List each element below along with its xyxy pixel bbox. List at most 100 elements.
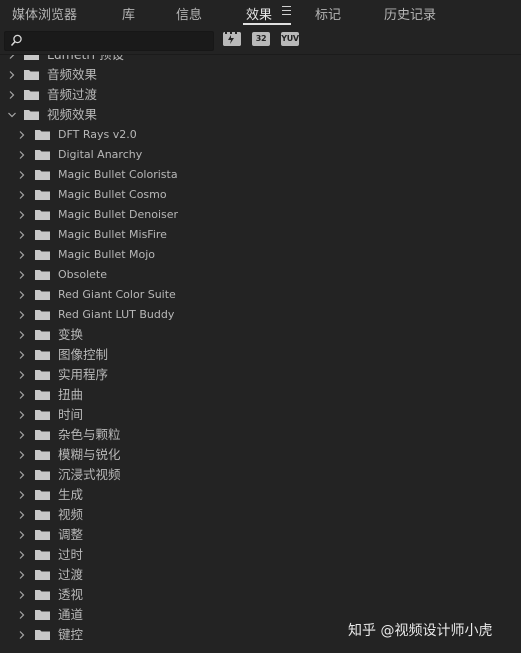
tree-folder-item[interactable]: 音频过渡 [0, 85, 521, 105]
tree-effect-folder[interactable]: 沉浸式视频 [0, 465, 521, 485]
tree-item-label: 视频效果 [47, 107, 98, 122]
chevron-right-icon[interactable] [18, 331, 26, 339]
chevron-right-icon[interactable] [18, 271, 26, 279]
folder-icon [35, 470, 50, 480]
tree-effect-folder[interactable]: 透视 [0, 585, 521, 605]
chevron-right-icon[interactable] [18, 291, 26, 299]
chevron-right-icon[interactable] [18, 251, 26, 259]
search-row: 32 YUV [0, 28, 521, 54]
tab-media-browser[interactable]: 媒体浏览器 [12, 4, 77, 23]
folder-icon [35, 410, 50, 420]
chevron-right-icon[interactable] [18, 211, 26, 219]
chevron-right-icon[interactable] [18, 351, 26, 359]
chevron-right-icon[interactable] [18, 551, 26, 559]
tree-item-label: 变换 [58, 327, 84, 342]
search-input[interactable] [25, 33, 213, 49]
tree-folder-item[interactable]: 视频效果 [0, 105, 521, 125]
chevron-right-icon[interactable] [18, 571, 26, 579]
tree-effect-folder[interactable]: 视频 [0, 505, 521, 525]
tree-item-label: 模糊与锐化 [58, 447, 121, 462]
tree-effect-folder[interactable]: 过渡 [0, 565, 521, 585]
accelerated-effects-filter-button[interactable] [223, 32, 241, 46]
tree-effect-folder[interactable]: 扭曲 [0, 385, 521, 405]
tree-effect-folder[interactable]: Magic Bullet Cosmo [0, 185, 521, 205]
tree-effect-folder[interactable]: Magic Bullet Denoiser [0, 205, 521, 225]
tab-history[interactable]: 历史记录 [384, 4, 436, 23]
effects-tree-list: Lumetri 预设音频效果音频过渡视频效果 DFT Rays v2.0 Digit… [0, 55, 521, 645]
tab-markers[interactable]: 标记 [315, 4, 341, 23]
tree-folder-item[interactable]: 音频效果 [0, 65, 521, 85]
tree-effect-folder[interactable]: Digital Anarchy [0, 145, 521, 165]
chevron-right-icon[interactable] [18, 151, 26, 159]
tree-effect-folder[interactable]: Magic Bullet Colorista [0, 165, 521, 185]
tree-item-label: 沉浸式视频 [58, 467, 121, 482]
panel-tab-bar: 媒体浏览器 库 信息 效果 标记 历史记录 [0, 0, 521, 28]
tree-effect-folder[interactable]: Red Giant LUT Buddy [0, 305, 521, 325]
chevron-right-icon[interactable] [18, 371, 26, 379]
yuv-filter-button[interactable]: YUV [281, 32, 299, 46]
chevron-right-icon[interactable] [18, 491, 26, 499]
chevron-right-icon[interactable] [18, 131, 26, 139]
tree-effect-folder[interactable]: 图像控制 [0, 345, 521, 365]
chevron-right-icon[interactable] [18, 511, 26, 519]
chevron-right-icon[interactable] [18, 391, 26, 399]
32-bit-color-filter-button[interactable]: 32 [252, 32, 270, 46]
folder-icon [35, 170, 50, 180]
chevron-right-icon[interactable] [18, 531, 26, 539]
tree-effect-folder[interactable]: 生成 [0, 485, 521, 505]
tree-item-label: Magic Bullet MisFire [58, 228, 167, 241]
tree-item-label: Lumetri 预设 [47, 55, 124, 63]
tree-item-label: 透视 [58, 587, 84, 602]
chevron-right-icon[interactable] [18, 231, 26, 239]
tree-effect-folder[interactable]: 实用程序 [0, 365, 521, 385]
chevron-right-icon[interactable] [8, 71, 16, 79]
tree-effect-folder[interactable]: Magic Bullet Mojo [0, 245, 521, 265]
folder-icon [35, 610, 50, 620]
folder-icon [35, 590, 50, 600]
tab-libraries[interactable]: 库 [122, 4, 135, 23]
tree-item-label: 杂色与颗粒 [58, 427, 121, 442]
accelerated-effects-icon [223, 32, 241, 46]
tree-effect-folder[interactable]: 变换 [0, 325, 521, 345]
chevron-right-icon[interactable] [18, 171, 26, 179]
tree-effect-folder[interactable]: Red Giant Color Suite [0, 285, 521, 305]
tree-effect-folder[interactable]: Magic Bullet MisFire [0, 225, 521, 245]
tree-item-label: 生成 [58, 487, 84, 502]
chevron-down-icon[interactable] [8, 111, 16, 119]
folder-icon [35, 330, 50, 340]
tree-effect-folder[interactable]: Obsolete [0, 265, 521, 285]
tab-effects[interactable]: 效果 [246, 4, 272, 23]
chevron-right-icon[interactable] [18, 451, 26, 459]
folder-icon [35, 350, 50, 360]
chevron-right-icon[interactable] [8, 55, 16, 59]
chevron-right-icon[interactable] [18, 611, 26, 619]
folder-icon [35, 530, 50, 540]
panel-menu-icon[interactable] [282, 6, 291, 15]
chevron-right-icon[interactable] [18, 411, 26, 419]
tree-item-label: Magic Bullet Colorista [58, 168, 178, 181]
tree-effect-folder[interactable]: 调整 [0, 525, 521, 545]
active-tab-indicator [243, 23, 291, 25]
folder-icon [35, 510, 50, 520]
tree-item-label: 过渡 [58, 567, 84, 582]
chevron-right-icon[interactable] [18, 311, 26, 319]
tree-effect-folder[interactable]: DFT Rays v2.0 [0, 125, 521, 145]
folder-icon [24, 55, 39, 60]
chevron-right-icon[interactable] [18, 631, 26, 639]
watermark: 知乎 @视频设计师小虎 [348, 623, 493, 639]
tree-effect-folder[interactable]: 模糊与锐化 [0, 445, 521, 465]
tree-item-label: 图像控制 [58, 347, 109, 362]
tree-effect-folder[interactable]: 杂色与颗粒 [0, 425, 521, 445]
tab-info[interactable]: 信息 [176, 4, 202, 23]
search-field[interactable] [4, 31, 214, 51]
chevron-right-icon[interactable] [18, 591, 26, 599]
tree-folder-item[interactable]: Lumetri 预设 [0, 55, 521, 65]
tree-item-label: 调整 [58, 527, 84, 542]
tree-effect-folder[interactable]: 过时 [0, 545, 521, 565]
chevron-right-icon[interactable] [8, 91, 16, 99]
chevron-right-icon[interactable] [18, 431, 26, 439]
chevron-right-icon[interactable] [18, 191, 26, 199]
chevron-right-icon[interactable] [18, 471, 26, 479]
tree-effect-folder[interactable]: 时间 [0, 405, 521, 425]
tree-item-label: 视频 [58, 507, 84, 522]
